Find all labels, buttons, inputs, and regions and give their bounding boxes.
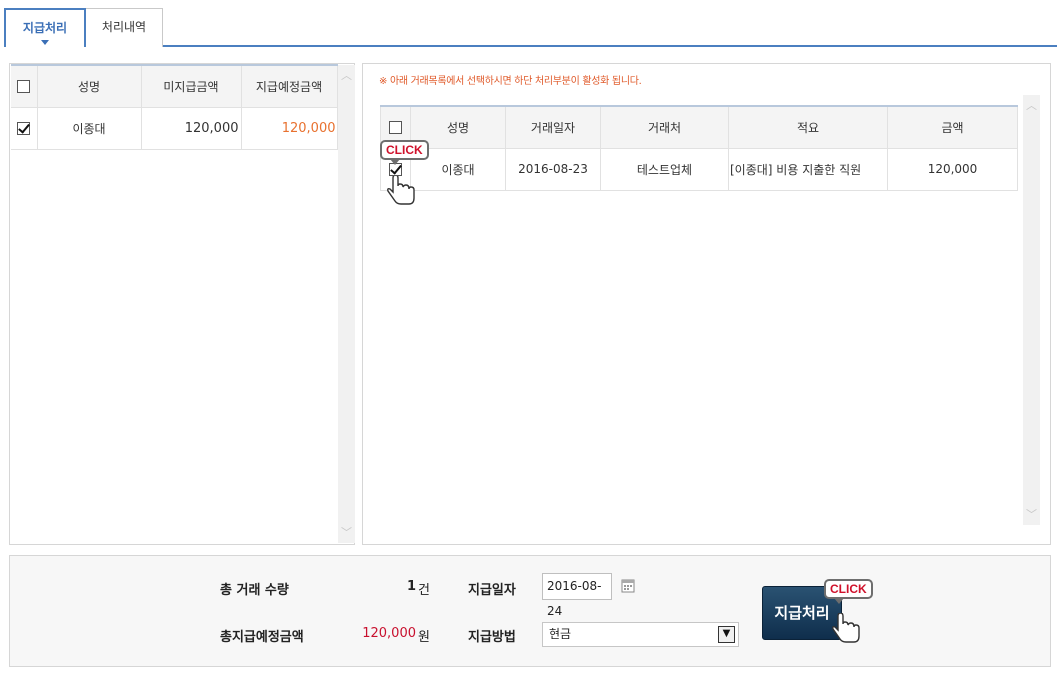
- pay-method-select[interactable]: 현금 ▼: [542, 622, 739, 647]
- pay-date-input[interactable]: 2016-08-24: [542, 573, 612, 618]
- col-header-unpaid: 미지급금액: [141, 64, 242, 108]
- table-row[interactable]: 이종대 2016-08-23 테스트업체 [이종대] 비용 지출한 직원 120…: [380, 148, 1018, 191]
- col-header-scheduled: 지급예정금액: [241, 64, 338, 108]
- chevron-down-icon[interactable]: ﹀: [1023, 506, 1040, 523]
- tab-label: 처리내역: [101, 20, 147, 34]
- chevron-up-icon[interactable]: ︿: [338, 67, 355, 84]
- cell-vendor: 테스트업체: [600, 148, 729, 191]
- transaction-table: 성명 거래일자 거래처 적요 금액 이종대 2016-08-23 테스트업체 […: [380, 105, 1018, 191]
- col-header-date: 거래일자: [505, 105, 601, 149]
- pointer-hand-icon: [387, 176, 415, 205]
- tab-label: 지급처리: [22, 21, 68, 35]
- cell-name: 이종대: [37, 107, 142, 150]
- chevron-down-icon[interactable]: ﹀: [338, 524, 355, 541]
- right-transaction-panel: ※ 아래 거래목록에서 선택하시면 하단 처리부분이 활성화 됩니다. 성명 거…: [362, 63, 1051, 545]
- pointer-hand-icon: [832, 613, 860, 643]
- col-header-memo: 적요: [728, 105, 888, 149]
- total-count-label: 총 거래 수량: [220, 583, 289, 598]
- pay-method-value: 현금: [549, 627, 572, 641]
- chevron-up-icon[interactable]: ︿: [1023, 97, 1040, 114]
- caret-down-icon: [41, 40, 49, 45]
- total-amount-value: 120,000: [362, 626, 416, 641]
- pay-date-label: 지급일자: [468, 583, 516, 598]
- total-count-unit: 건: [418, 583, 430, 598]
- notice-text: ※ 아래 거래목록에서 선택하시면 하단 처리부분이 활성화 됩니다.: [379, 76, 642, 87]
- tab-bar: 지급처리 처리내역: [4, 8, 1057, 48]
- cell-amount: 120,000: [887, 148, 1018, 191]
- pay-method-label: 지급방법: [468, 630, 516, 645]
- total-amount-unit: 원: [418, 630, 430, 645]
- table-row[interactable]: 이종대 120,000 120,000: [11, 107, 338, 150]
- select-all-checkbox[interactable]: [389, 121, 402, 135]
- right-scrollbar[interactable]: ︿ ﹀: [1023, 95, 1040, 525]
- col-header-amount: 금액: [887, 105, 1018, 149]
- payment-summary-panel: 총 거래 수량 1 건 총지급예정금액 120,000 원 지급일자 2016-…: [9, 555, 1051, 667]
- total-amount-label: 총지급예정금액: [220, 630, 304, 645]
- tab-history[interactable]: 처리내역: [85, 8, 163, 47]
- click-callout: CLICK: [824, 579, 873, 604]
- col-header-name: 성명: [37, 64, 142, 108]
- cell-unpaid: 120,000: [141, 107, 242, 150]
- calendar-icon[interactable]: [621, 578, 635, 593]
- tab-payment-process[interactable]: 지급처리: [4, 8, 86, 47]
- table-header: 성명 거래일자 거래처 적요 금액: [380, 105, 1018, 149]
- left-table: 성명 미지급금액 지급예정금액 이종대 120,000 120,000: [11, 64, 338, 150]
- col-header-vendor: 거래처: [600, 105, 729, 149]
- cell-scheduled: 120,000: [241, 107, 338, 150]
- cell-memo: [이종대] 비용 지출한 직원: [728, 148, 888, 191]
- cell-date: 2016-08-23: [505, 148, 601, 191]
- left-scrollbar[interactable]: ︿ ﹀: [338, 65, 355, 543]
- dropdown-arrow-icon[interactable]: ▼: [718, 626, 735, 643]
- row-checkbox[interactable]: [17, 122, 31, 135]
- select-all-checkbox[interactable]: [17, 80, 31, 94]
- table-header: 성명 미지급금액 지급예정금액: [11, 64, 338, 108]
- total-count-value: 1: [406, 579, 416, 594]
- click-callout: CLICK: [380, 140, 429, 165]
- left-list-panel: 성명 미지급금액 지급예정금액 이종대 120,000 120,000 ︿ ﹀: [9, 63, 355, 545]
